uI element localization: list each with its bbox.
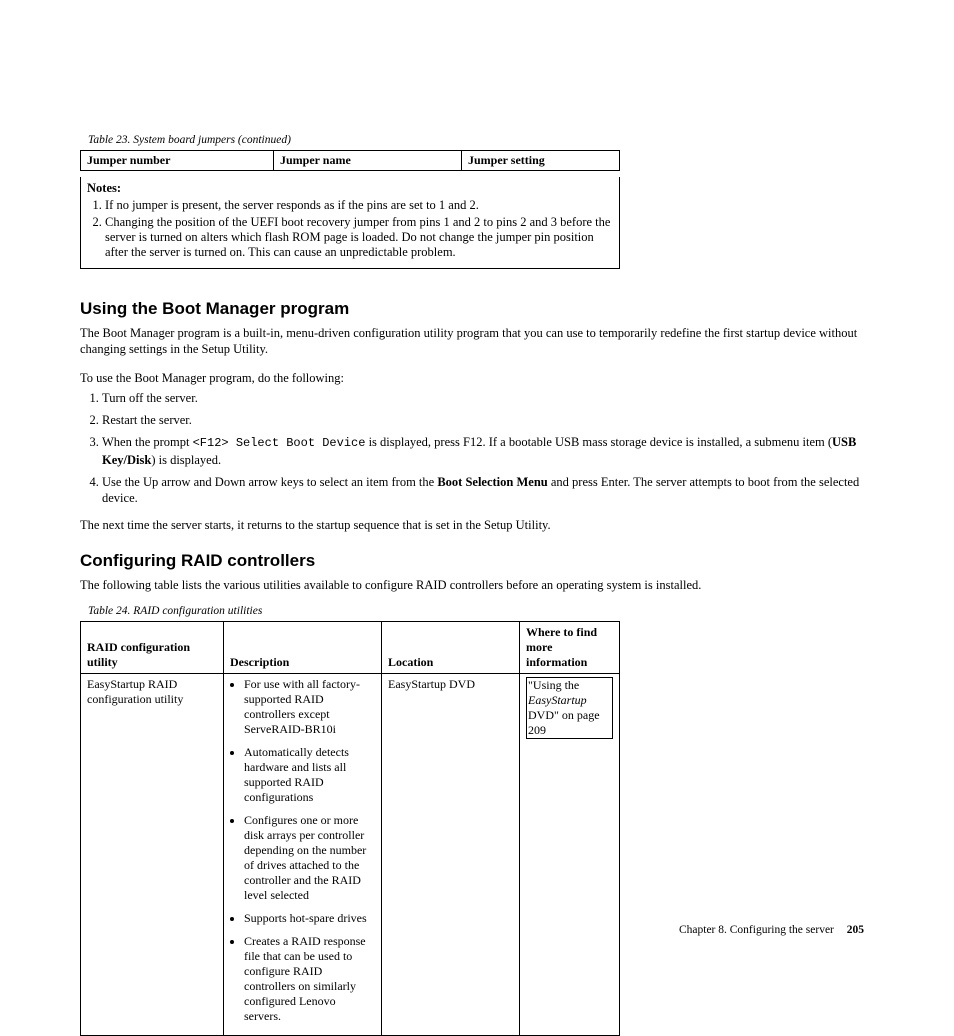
cell-location: EasyStartup DVD [382,674,520,1036]
step-4: Use the Up arrow and Down arrow keys to … [102,474,864,507]
table23: Jumper number Jumper name Jumper setting [80,150,620,171]
page-footer: Chapter 8. Configuring the server 205 [679,924,864,936]
desc-item: Supports hot-spare drives [244,911,375,926]
desc-item: For use with all factory-supported RAID … [244,677,375,737]
step-2: Restart the server. [102,412,864,428]
boot-p3: The next time the server starts, it retu… [80,517,864,533]
boot-heading: Using the Boot Manager program [80,299,864,319]
cross-ref-link[interactable]: "Using the EasyStartup DVD" on page 209 [526,677,613,739]
cell-description: For use with all factory-supported RAID … [224,674,382,1036]
table24-h1: RAID configuration utility [81,622,224,674]
raid-p1: The following table lists the various ut… [80,577,864,593]
boot-steps: Turn off the server. Restart the server.… [80,390,864,507]
table24-caption: Table 24. RAID configuration utilities [88,605,864,617]
boot-p2: To use the Boot Manager program, do the … [80,370,864,386]
notes-title: Notes: [87,181,613,196]
table23-h2: Jumper name [274,151,462,171]
desc-item: Configures one or more disk arrays per c… [244,813,375,903]
page: Table 23. System board jumpers (continue… [0,0,954,954]
raid-heading: Configuring RAID controllers [80,551,864,571]
table-row: EasyStartup RAID configuration utility F… [81,674,620,1036]
cell-utility: EasyStartup RAID configuration utility [81,674,224,1036]
table23-caption: Table 23. System board jumpers (continue… [88,134,864,146]
desc-item: Creates a RAID response file that can be… [244,934,375,1024]
desc-item: Automatically detects hardware and lists… [244,745,375,805]
table24-h2: Description [224,622,382,674]
step-3: When the prompt <F12> Select Boot Device… [102,434,864,468]
table23-notes: Notes: If no jumper is present, the serv… [80,177,620,269]
step-1: Turn off the server. [102,390,864,406]
table24-h4: Where to find more information [520,622,620,674]
footer-page: 205 [847,924,864,936]
table23-h3: Jumper setting [462,151,620,171]
table23-h1: Jumper number [81,151,274,171]
cell-moreinfo: "Using the EasyStartup DVD" on page 209 [520,674,620,1036]
table24-h3: Location [382,622,520,674]
note-2: Changing the position of the UEFI boot r… [105,215,613,260]
boot-p1: The Boot Manager program is a built-in, … [80,325,864,358]
table24: RAID configuration utility Description L… [80,621,620,1036]
note-1: If no jumper is present, the server resp… [105,198,613,213]
footer-chapter: Chapter 8. Configuring the server [679,924,834,936]
